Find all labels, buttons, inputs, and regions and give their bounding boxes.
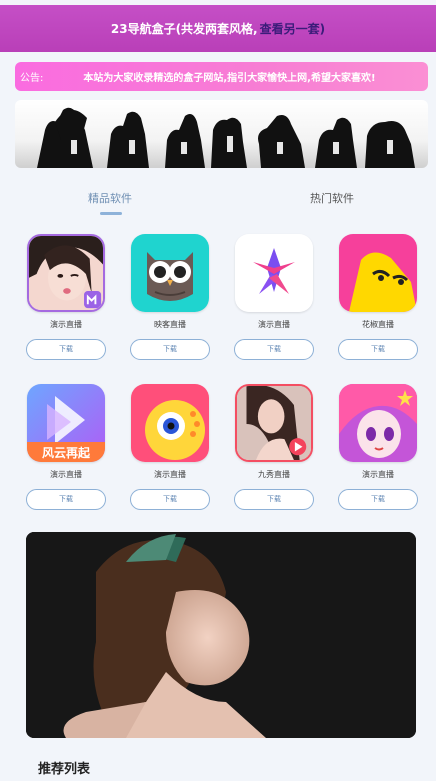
header-title: 23导航盒子(共发两套风格, <box>110 22 258 36</box>
switch-style-link[interactable]: 查看另一套) <box>260 20 326 37</box>
notice-message: 本站为大家收录精选的盒子网站,指引大家愉快上网,希望大家喜欢! <box>83 73 376 84</box>
app-card[interactable]: 花椒直播 下载 <box>337 234 419 360</box>
app-card[interactable]: 演示直播 下载 <box>233 234 315 360</box>
app-name: 映客直播 <box>154 320 186 329</box>
app-card[interactable]: 风云再起 演示直播 下载 <box>25 384 107 510</box>
woman-portrait-image <box>26 532 416 738</box>
app-card[interactable]: 九秀直播 下载 <box>233 384 315 510</box>
girl-portrait-icon[interactable] <box>27 234 105 312</box>
download-button[interactable]: 下载 <box>234 339 314 360</box>
download-button[interactable]: 下载 <box>26 489 106 510</box>
app-card[interactable]: 映客直播 下载 <box>129 234 211 360</box>
pepper-face-icon[interactable] <box>339 234 417 312</box>
tab-popular[interactable]: 热门软件 <box>310 190 354 206</box>
app-name: 九秀直播 <box>258 470 290 479</box>
star-logo-icon[interactable] <box>235 234 313 312</box>
download-button[interactable]: 下载 <box>234 489 314 510</box>
badge-text: 风云再起 <box>42 445 91 460</box>
silhouette-girls-illustration <box>37 107 415 168</box>
eye-chick-icon[interactable] <box>131 384 209 462</box>
app-card[interactable]: 演示直播 下载 <box>25 234 107 360</box>
notice-label: 公告: <box>20 73 44 84</box>
woman-photo-icon[interactable] <box>235 384 313 462</box>
app-name: 演示直播 <box>258 320 290 329</box>
download-button[interactable]: 下载 <box>26 339 106 360</box>
section-title: 推荐列表 <box>38 762 91 777</box>
app-name: 演示直播 <box>50 320 82 329</box>
download-button[interactable]: 下载 <box>338 339 418 360</box>
anime-girl-icon[interactable] <box>339 384 417 462</box>
app-name: 花椒直播 <box>362 320 394 329</box>
tab-featured[interactable]: 精品软件 <box>88 190 132 206</box>
download-button[interactable]: 下载 <box>130 489 210 510</box>
app-name: 演示直播 <box>154 470 186 479</box>
notice-bar: 公告: 本站为大家收录精选的盒子网站,指引大家愉快上网,希望大家喜欢! <box>15 62 428 91</box>
active-tab-indicator <box>100 212 122 215</box>
top-header: 23导航盒子(共发两套风格, 查看另一套) <box>0 5 436 52</box>
featured-photo[interactable] <box>26 532 416 738</box>
app-name: 演示直播 <box>50 470 82 479</box>
app-card[interactable]: 演示直播 下载 <box>337 384 419 510</box>
category-tabs: 精品软件 热门软件 <box>0 180 436 220</box>
app-card[interactable]: 演示直播 下载 <box>129 384 211 510</box>
owl-icon[interactable] <box>131 234 209 312</box>
download-button[interactable]: 下载 <box>338 489 418 510</box>
play-triangle-icon[interactable]: 风云再起 <box>27 384 105 462</box>
download-button[interactable]: 下载 <box>130 339 210 360</box>
banner-image[interactable] <box>15 100 428 168</box>
app-name: 演示直播 <box>362 470 394 479</box>
